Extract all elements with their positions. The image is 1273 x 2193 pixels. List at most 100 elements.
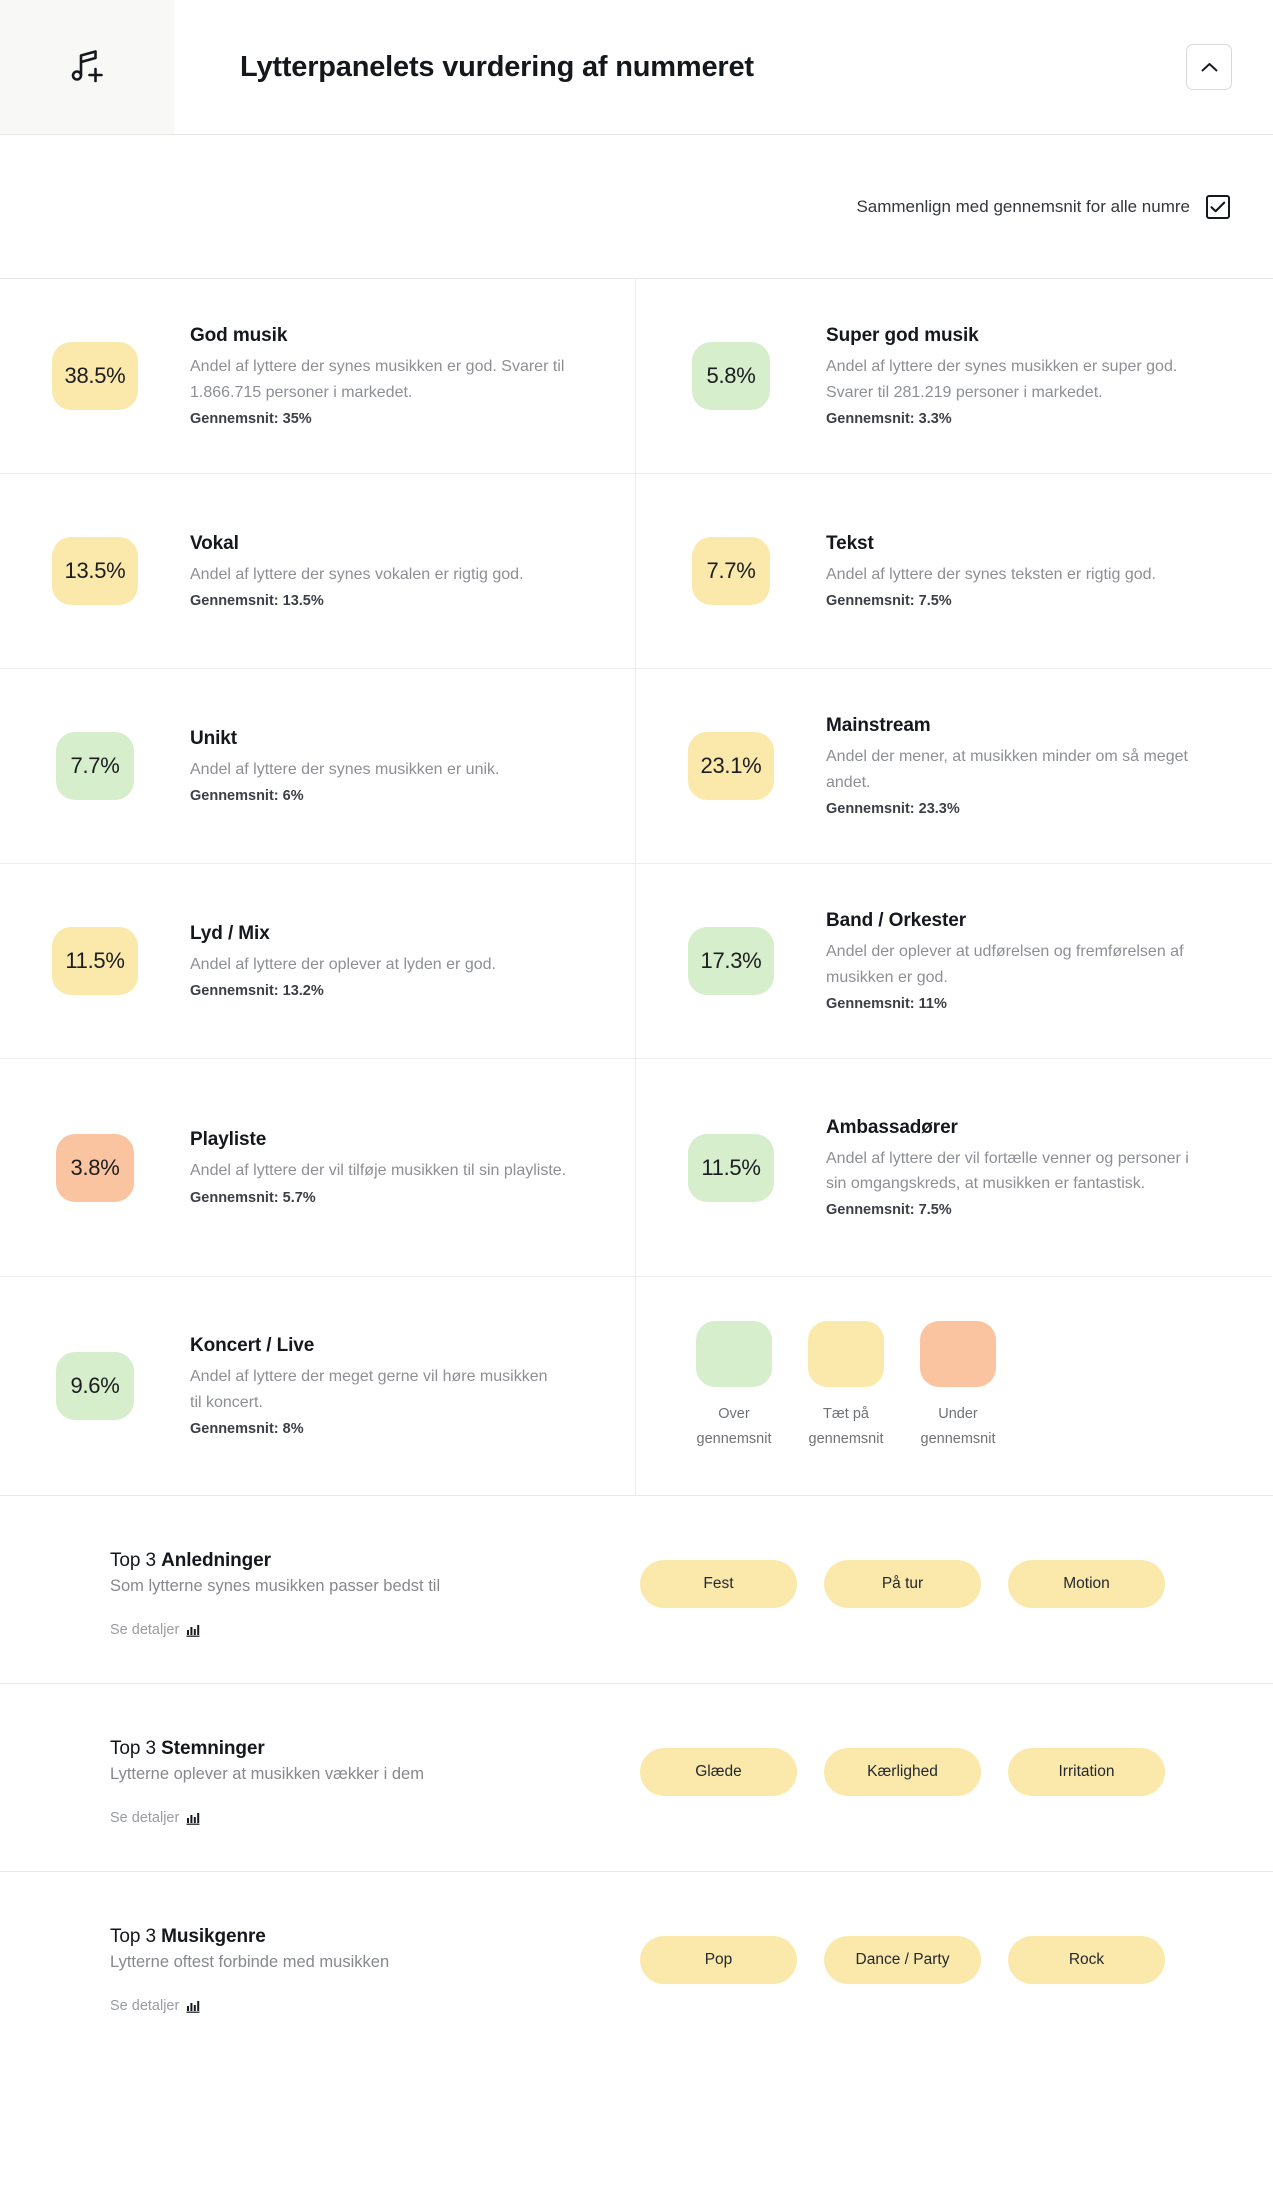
- badge-container: 23.1%: [636, 732, 826, 800]
- metric-value-badge: 11.5%: [52, 927, 138, 995]
- top3-pill[interactable]: Fest: [640, 1560, 797, 1608]
- top3-name: Stemninger: [161, 1738, 265, 1759]
- compare-toggle-row: Sammenlign med gennemsnit for alle numre: [0, 135, 1273, 279]
- see-details-link[interactable]: Se detaljer: [110, 1622, 200, 1638]
- metric-value-badge: 17.3%: [687, 927, 775, 995]
- metric-text: Super god musik Andel af lyttere der syn…: [826, 325, 1252, 427]
- badge-container: 9.6%: [0, 1352, 190, 1420]
- top3-pill[interactable]: På tur: [824, 1560, 981, 1608]
- metric-text: Band / Orkester Andel der oplever at udf…: [826, 910, 1252, 1012]
- legend-item-above-average: Over gennemsnit: [696, 1321, 772, 1451]
- metric-card-god-musik: 38.5% God musik Andel af lyttere der syn…: [0, 279, 636, 474]
- metric-title: Tekst: [826, 532, 874, 554]
- bar-chart-icon: [186, 1999, 200, 2013]
- metric-card-super-god-musik: 5.8% Super god musik Andel af lyttere de…: [636, 279, 1272, 474]
- metric-title: Ambassadører: [826, 1116, 958, 1138]
- top3-pill[interactable]: Irritation: [1008, 1748, 1165, 1796]
- see-details-label: Se detaljer: [110, 1998, 180, 2014]
- metric-text: Ambassadører Andel af lyttere der vil fo…: [826, 1117, 1252, 1219]
- see-details-link[interactable]: Se detaljer: [110, 1810, 200, 1826]
- legend-label: Over gennemsnit: [697, 1402, 772, 1451]
- top3-prefix: Top 3: [110, 1926, 162, 1947]
- metric-text: Unikt Andel af lyttere der synes musikke…: [190, 728, 615, 804]
- metric-card-band-orkester: 17.3% Band / Orkester Andel der oplever …: [636, 864, 1272, 1059]
- compare-average-checkbox[interactable]: [1206, 194, 1230, 219]
- badge-container: 5.8%: [636, 342, 826, 410]
- metric-average: Gennemsnit: 7.5%: [826, 1202, 952, 1219]
- metric-value-badge: 23.1%: [687, 732, 775, 800]
- header-title-container: Lytterpanelets vurdering af nummeret: [174, 0, 1186, 134]
- metric-text: Lyd / Mix Andel af lyttere der oplever a…: [190, 923, 615, 999]
- badge-container: 3.8%: [0, 1133, 190, 1202]
- top3-name: Anledninger: [161, 1550, 271, 1571]
- metric-average: Gennemsnit: 8%: [190, 1420, 304, 1437]
- metric-title: Koncert / Live: [190, 1335, 315, 1357]
- metric-card-koncert-live: 9.6% Koncert / Live Andel af lyttere der…: [0, 1277, 636, 1495]
- metric-title: Playliste: [190, 1129, 267, 1151]
- top3-pills: Fest På tur Motion: [640, 1540, 1165, 1608]
- metric-average: Gennemsnit: 23.3%: [826, 800, 960, 817]
- metric-title: Lyd / Mix: [190, 922, 270, 944]
- top3-section-stemninger: Top 3 Stemninger Lytterne oplever at mus…: [0, 1684, 1273, 1872]
- top3-subtitle: Som lytterne synes musikken passer bedst…: [110, 1577, 441, 1595]
- top3-heading: Top 3 Musikgenre: [110, 1926, 640, 1948]
- top3-subtitle: Lytterne oplever at musikken vækker i de…: [110, 1765, 424, 1783]
- metric-description: Andel af lyttere der synes musikken er g…: [190, 358, 565, 401]
- legend-item-near-average: Tæt på gennemsnit: [808, 1321, 884, 1451]
- metric-value-badge: 13.5%: [51, 537, 139, 605]
- metric-text: Koncert / Live Andel af lyttere der mege…: [190, 1335, 615, 1437]
- badge-container: 7.7%: [0, 732, 190, 800]
- metric-card-ambassadorer: 11.5% Ambassadører Andel af lyttere der …: [636, 1059, 1272, 1277]
- see-details-label: Se detaljer: [110, 1810, 180, 1826]
- legend-item-below-average: Under gennemsnit: [920, 1321, 996, 1451]
- metric-average: Gennemsnit: 11%: [826, 995, 947, 1012]
- badge-container: 11.5%: [0, 927, 190, 995]
- metric-description: Andel af lyttere der vil tilføje musikke…: [190, 1162, 567, 1180]
- metric-card-tekst: 7.7% Tekst Andel af lyttere der synes te…: [636, 474, 1272, 669]
- metric-value-badge: 11.5%: [688, 1133, 774, 1202]
- top3-info: Top 3 Musikgenre Lytterne oftest forbind…: [110, 1916, 640, 2015]
- top3-pill[interactable]: Glæde: [640, 1748, 797, 1796]
- legend-swatch-above-icon: [696, 1321, 772, 1388]
- top3-prefix: Top 3: [110, 1738, 162, 1759]
- collapse-button[interactable]: [1186, 44, 1232, 90]
- top3-pill[interactable]: Kærlighed: [824, 1748, 981, 1796]
- music-note-plus-icon: [67, 45, 107, 89]
- top3-pill[interactable]: Dance / Party: [824, 1936, 981, 1984]
- metric-value-badge: 9.6%: [56, 1352, 134, 1420]
- metric-title: Super god musik: [826, 325, 979, 347]
- metric-description: Andel af lyttere der synes musikken er u…: [190, 760, 500, 778]
- metric-average: Gennemsnit: 35%: [190, 410, 312, 427]
- badge-container: 13.5%: [0, 537, 190, 605]
- metric-title: Mainstream: [826, 715, 931, 737]
- metric-title: Unikt: [190, 727, 238, 749]
- metric-title: God musik: [190, 325, 288, 347]
- check-icon: [1210, 201, 1226, 213]
- see-details-label: Se detaljer: [110, 1622, 180, 1638]
- top3-pill[interactable]: Rock: [1008, 1936, 1165, 1984]
- top3-section-anledninger: Top 3 Anledninger Som lytterne synes mus…: [0, 1496, 1273, 1684]
- metric-text: Mainstream Andel der mener, at musikken …: [826, 715, 1252, 817]
- legend-label-line1: Under: [938, 1406, 978, 1423]
- panel-header: Lytterpanelets vurdering af nummeret: [0, 0, 1273, 135]
- metric-value-badge: 3.8%: [56, 1133, 134, 1202]
- top3-info: Top 3 Stemninger Lytterne oplever at mus…: [110, 1728, 640, 1827]
- metric-description: Andel af lyttere der oplever at lyden er…: [190, 955, 496, 973]
- metric-card-vokal: 13.5% Vokal Andel af lyttere der synes v…: [0, 474, 636, 669]
- metric-average: Gennemsnit: 6%: [190, 788, 304, 805]
- metric-card-lyd-mix: 11.5% Lyd / Mix Andel af lyttere der opl…: [0, 864, 636, 1059]
- metric-title: Vokal: [190, 532, 239, 554]
- top3-pills: Glæde Kærlighed Irritation: [640, 1728, 1165, 1796]
- metric-average: Gennemsnit: 13.2%: [190, 983, 324, 1000]
- metric-description: Andel der mener, at musikken minder om s…: [826, 748, 1188, 791]
- see-details-link[interactable]: Se detaljer: [110, 1998, 200, 2014]
- top3-info: Top 3 Anledninger Som lytterne synes mus…: [110, 1540, 640, 1639]
- top3-heading: Top 3 Stemninger: [110, 1738, 640, 1760]
- top3-pill[interactable]: Pop: [640, 1936, 797, 1984]
- metric-description: Andel der oplever at udførelsen og fremf…: [826, 943, 1184, 986]
- top3-pill[interactable]: Motion: [1008, 1560, 1165, 1608]
- metric-description: Andel af lyttere der synes teksten er ri…: [826, 565, 1156, 583]
- chevron-up-icon: [1201, 62, 1218, 73]
- legend-label-line2: gennemsnit: [808, 1430, 884, 1447]
- top3-subtitle: Lytterne oftest forbinde med musikken: [110, 1953, 390, 1971]
